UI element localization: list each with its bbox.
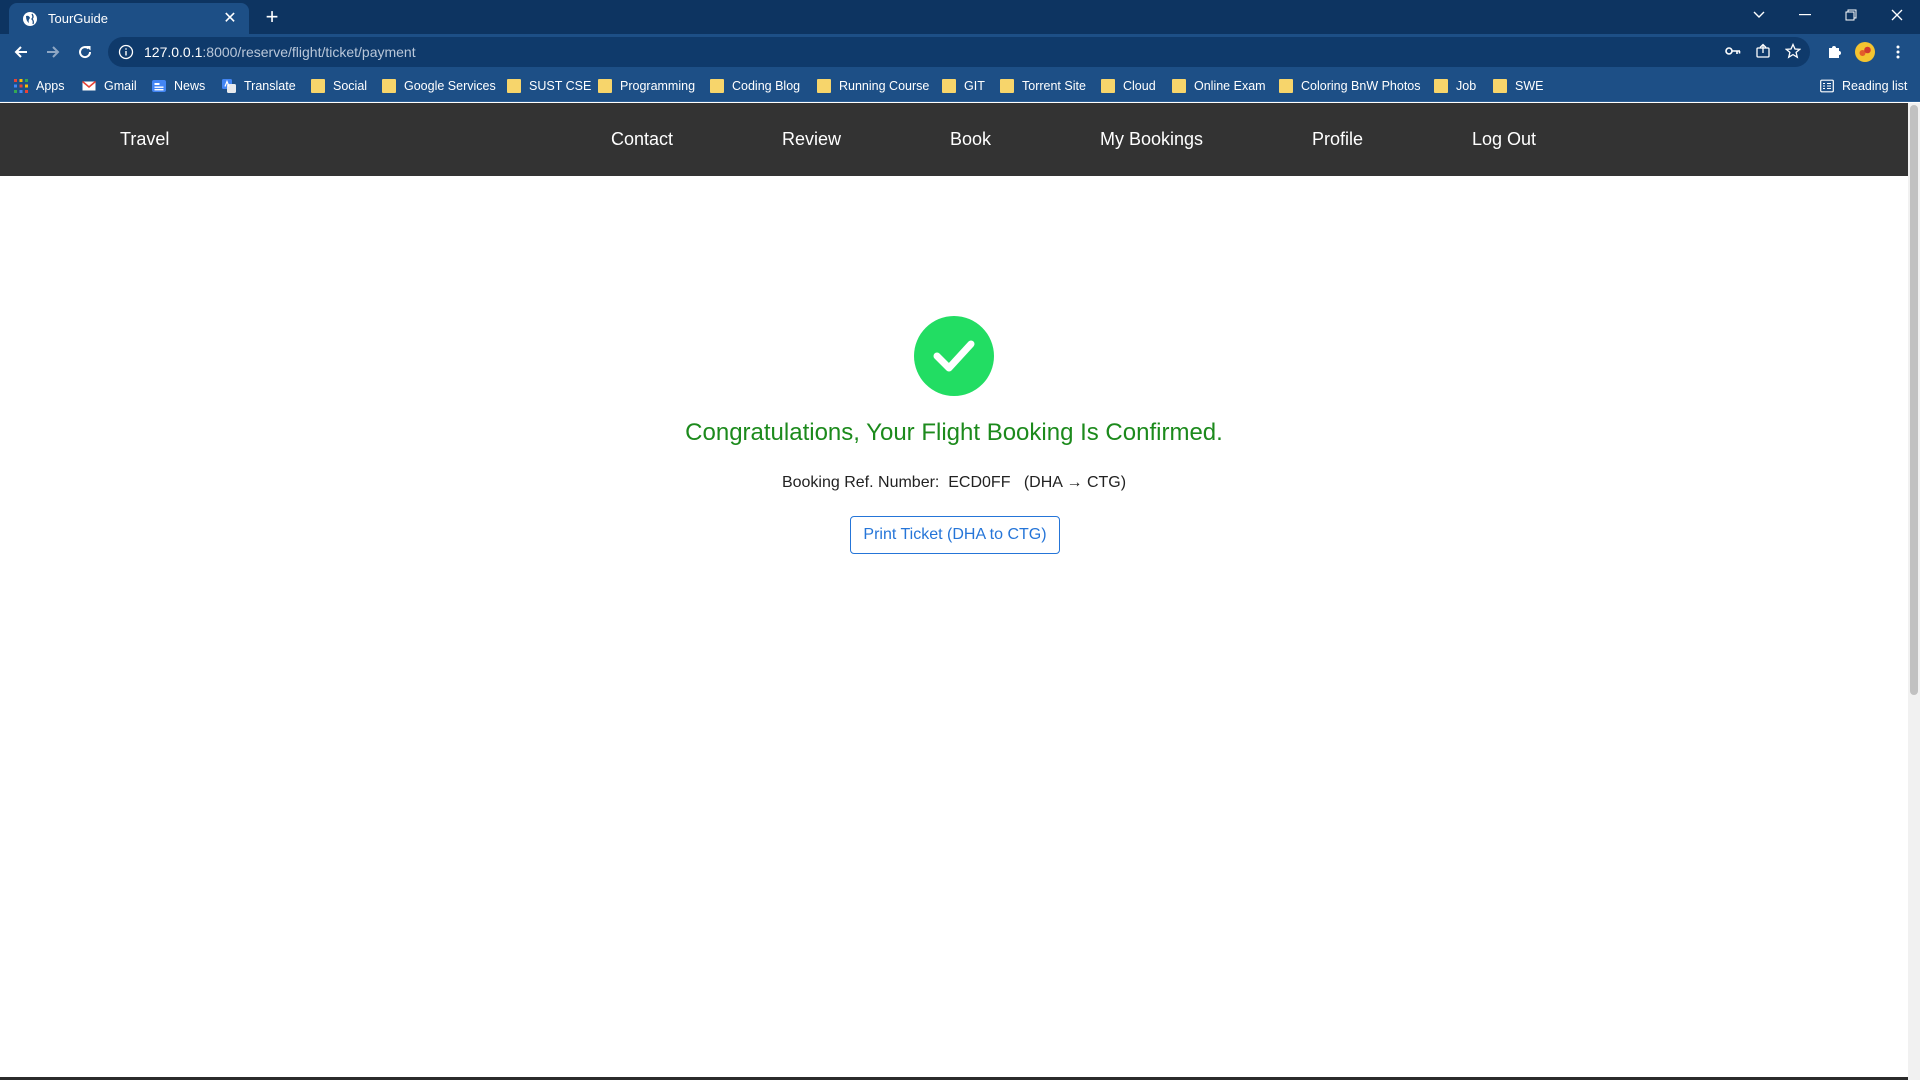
bookmark-label: Gmail — [104, 79, 137, 93]
bookmark-folder-job[interactable]: Job — [1434, 77, 1476, 95]
bookmark-news[interactable]: News — [152, 77, 205, 95]
back-arrow-icon[interactable] — [9, 40, 33, 64]
reload-icon[interactable] — [73, 40, 97, 64]
url-host: 127.0.0.1 — [144, 44, 203, 60]
minimize-button[interactable] — [1782, 0, 1828, 30]
reading-list-label: Reading list — [1842, 79, 1908, 93]
bookmark-label: Programming — [620, 79, 696, 93]
reading-list-icon — [1820, 79, 1834, 93]
nav-brand-travel[interactable]: Travel — [120, 103, 169, 176]
folder-icon — [311, 79, 325, 93]
new-tab-button[interactable]: + — [260, 6, 284, 30]
bookmark-label: Coding Blog — [732, 79, 801, 93]
avatar[interactable] — [1853, 40, 1877, 64]
restore-button[interactable] — [1828, 0, 1874, 30]
folder-icon — [710, 79, 724, 93]
bookmark-translate[interactable]: Translate — [222, 77, 296, 95]
news-icon — [152, 80, 166, 92]
folder-icon — [1493, 79, 1507, 93]
bookmark-folder-swe[interactable]: SWE — [1493, 77, 1543, 95]
nav-link-log-out[interactable]: Log Out — [1472, 103, 1536, 176]
close-window-button[interactable] — [1874, 0, 1920, 30]
bookmark-label: Google Services — [404, 79, 496, 93]
extensions-puzzle-icon[interactable] — [1822, 40, 1846, 64]
bookmark-folder-google-services[interactable]: Google Services — [382, 77, 496, 95]
forward-arrow-icon[interactable] — [41, 40, 65, 64]
booking-reference: Booking Ref. Number: ECD0FF (DHA → CTG) — [0, 474, 1908, 492]
bookmark-label: News — [174, 79, 206, 93]
site-info-icon[interactable] — [118, 44, 134, 60]
browser-toolbar: 127.0.0.1:8000/reserve/flight/ticket/pay… — [0, 34, 1920, 70]
booking-ref-number: ECD0FF — [948, 474, 1011, 491]
bookmark-apps[interactable]: Apps — [14, 77, 65, 95]
bookmark-label: Online Exam — [1194, 79, 1266, 93]
bookmark-label: GIT — [964, 79, 985, 93]
booking-ref-label: Booking Ref. Number: — [781, 474, 940, 491]
confirmation-panel: Congratulations, Your Flight Booking Is … — [0, 176, 1908, 1080]
bookmarks-bar: Apps Gmail News Translate Social Google … — [0, 70, 1920, 102]
print-ticket-button[interactable]: Print Ticket (DHA to CTG) — [850, 516, 1060, 554]
browser-tab[interactable]: TourGuide ✕ — [9, 3, 249, 34]
folder-icon — [1101, 79, 1115, 93]
gmail-icon — [82, 80, 96, 91]
kebab-menu-icon[interactable] — [1886, 40, 1910, 64]
tab-title: TourGuide — [48, 11, 108, 26]
reading-list-button[interactable]: Reading list — [1820, 77, 1907, 95]
key-icon[interactable] — [1722, 40, 1744, 62]
bookmark-label: Job — [1456, 79, 1477, 93]
folder-icon — [817, 79, 831, 93]
close-tab-icon[interactable]: ✕ — [221, 10, 239, 28]
nav-link-profile[interactable]: Profile — [1312, 103, 1363, 176]
bookmark-label: Translate — [244, 79, 296, 93]
site-navbar: Travel Contact Review Book My Bookings P… — [0, 103, 1908, 176]
nav-link-contact[interactable]: Contact — [611, 103, 673, 176]
nav-link-book[interactable]: Book — [950, 103, 991, 176]
check-circle-icon — [914, 316, 994, 396]
bookmark-folder-social[interactable]: Social — [311, 77, 367, 95]
translate-icon — [222, 79, 236, 93]
bookmark-folder-programming[interactable]: Programming — [598, 77, 695, 95]
page-scrollbar[interactable] — [1908, 103, 1920, 1080]
browser-tabstrip: TourGuide ✕ + — [0, 0, 1920, 34]
folder-icon — [598, 79, 612, 93]
share-icon[interactable] — [1752, 40, 1774, 62]
apps-grid-icon — [14, 79, 28, 93]
globe-icon — [23, 11, 37, 26]
tab-search-icon[interactable] — [1736, 0, 1782, 30]
confirmation-headline: Congratulations, Your Flight Booking Is … — [685, 419, 1223, 446]
bookmark-gmail[interactable]: Gmail — [82, 77, 137, 95]
bookmark-label: Apps — [36, 79, 65, 93]
folder-icon — [942, 79, 956, 93]
bookmark-label: SWE — [1515, 79, 1544, 93]
booking-route: (DHA → CTG) — [1023, 474, 1127, 491]
bookmark-folder-cloud[interactable]: Cloud — [1101, 77, 1156, 95]
scrollbar-thumb[interactable] — [1910, 105, 1918, 695]
bookmark-label: SUST CSE — [529, 79, 592, 93]
bookmark-folder-running-course[interactable]: Running Course — [817, 77, 929, 95]
url-path: :8000/reserve/flight/ticket/payment — [202, 44, 416, 60]
folder-icon — [1434, 79, 1448, 93]
bookmark-folder-sust-cse[interactable]: SUST CSE — [507, 77, 591, 95]
folder-icon — [382, 79, 396, 93]
bookmark-label: Cloud — [1123, 79, 1156, 93]
bookmark-folder-coloring-bnw-photos[interactable]: Coloring BnW Photos — [1279, 77, 1421, 95]
folder-icon — [1279, 79, 1293, 93]
bookmark-folder-coding-blog[interactable]: Coding Blog — [710, 77, 800, 95]
bookmark-folder-online-exam[interactable]: Online Exam — [1172, 77, 1266, 95]
bookmark-label: Social — [333, 79, 368, 93]
nav-link-my-bookings[interactable]: My Bookings — [1100, 103, 1203, 176]
bookmark-folder-torrent-site[interactable]: Torrent Site — [1000, 77, 1086, 95]
bookmark-label: Torrent Site — [1022, 79, 1086, 93]
bookmark-star-icon[interactable] — [1782, 40, 1804, 62]
bookmark-label: Running Course — [839, 79, 930, 93]
folder-icon — [1172, 79, 1186, 93]
nav-link-review[interactable]: Review — [782, 103, 841, 176]
folder-icon — [507, 79, 521, 93]
bookmark-folder-git[interactable]: GIT — [942, 77, 985, 95]
folder-icon — [1000, 79, 1014, 93]
bookmark-label: Coloring BnW Photos — [1301, 79, 1421, 93]
address-bar[interactable]: 127.0.0.1:8000/reserve/flight/ticket/pay… — [108, 37, 1810, 67]
